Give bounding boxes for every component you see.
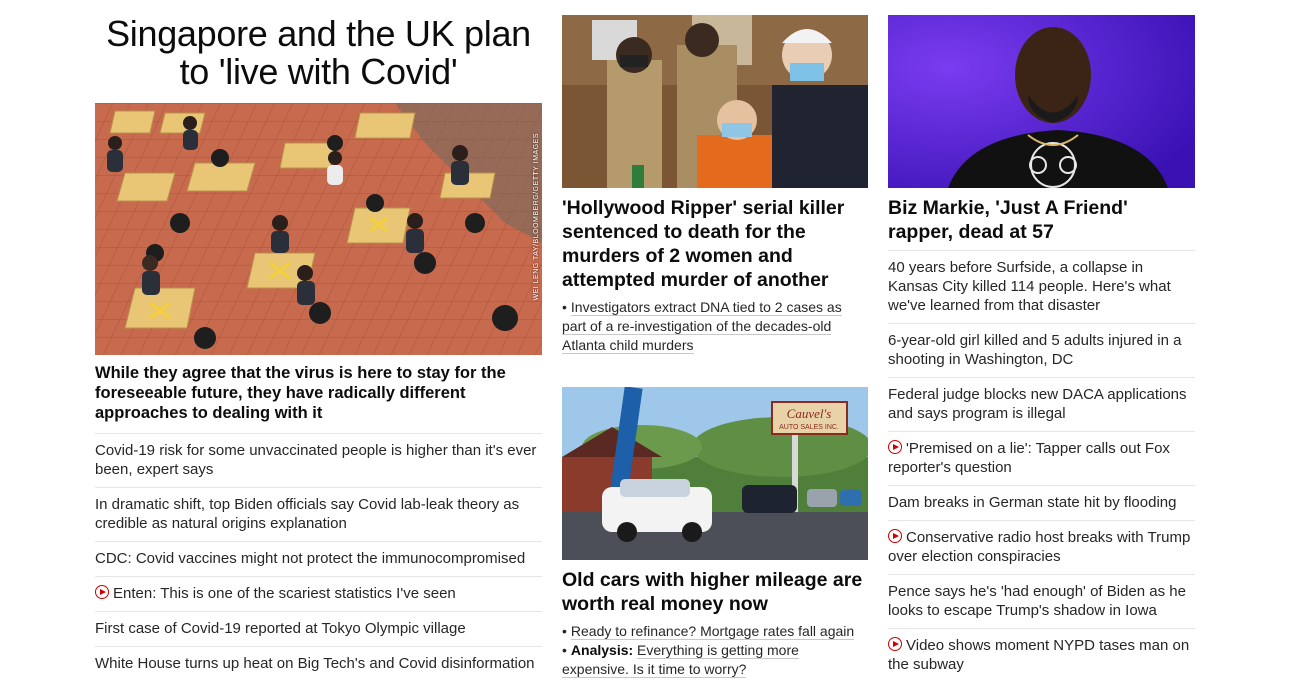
video-play-icon: [888, 637, 902, 651]
lead-headline[interactable]: Singapore and the UK plan to 'live with …: [95, 15, 542, 103]
headline-link[interactable]: 40 years before Surfside, a collapse in …: [888, 259, 1171, 314]
headline-link[interactable]: Federal judge blocks new DACA applicatio…: [888, 386, 1187, 422]
headline-link[interactable]: In dramatic shift, top Biden officials s…: [95, 496, 519, 532]
list-item[interactable]: Dam breaks in German state hit by floodi…: [888, 485, 1195, 520]
right-related-list: 40 years before Surfside, a collapse in …: [888, 250, 1195, 682]
courtroom-image[interactable]: [562, 15, 868, 188]
sign-subtext: AUTO SALES INC.: [779, 424, 839, 431]
headline-link[interactable]: 'Premised on a lie': Tapper calls out Fo…: [888, 440, 1170, 476]
related-story: • Investigators extract DNA tied to 2 cas…: [562, 298, 868, 355]
story-headline[interactable]: Old cars with higher mileage are worth r…: [562, 568, 868, 616]
right-column: Biz Markie, 'Just A Friend' rapper, dead…: [888, 0, 1195, 682]
bullet: •: [562, 623, 567, 639]
list-item[interactable]: 6-year-old girl killed and 5 adults inju…: [888, 323, 1195, 377]
list-item[interactable]: Enten: This is one of the scariest stati…: [95, 576, 542, 611]
headline-link[interactable]: Dam breaks in German state hit by floodi…: [888, 494, 1176, 511]
car-lot-image[interactable]: Cauvel's AUTO SALES INC.: [562, 387, 868, 560]
lead-related-list: Covid-19 risk for some unvaccinated peop…: [95, 433, 542, 681]
story-headline[interactable]: 'Hollywood Ripper' serial killer sentenc…: [562, 196, 868, 292]
story-headline[interactable]: Biz Markie, 'Just A Friend' rapper, dead…: [888, 196, 1195, 244]
headline-link[interactable]: Video shows moment NYPD tases man on the…: [888, 637, 1189, 673]
list-item[interactable]: First case of Covid-19 reported at Tokyo…: [95, 611, 542, 646]
headline-link[interactable]: Enten: This is one of the scariest stati…: [113, 585, 456, 602]
list-item[interactable]: 'Premised on a lie': Tapper calls out Fo…: [888, 431, 1195, 485]
list-item[interactable]: Pence says he's 'had enough' of Biden as…: [888, 574, 1195, 628]
list-item[interactable]: White House turns up heat on Big Tech's …: [95, 646, 542, 681]
headline-link[interactable]: First case of Covid-19 reported at Tokyo…: [95, 620, 466, 637]
related-link[interactable]: Investigators extract DNA tied to 2 case…: [562, 299, 842, 354]
related-story: • Analysis: Everything is getting more ex…: [562, 641, 868, 679]
headline-link[interactable]: White House turns up heat on Big Tech's …: [95, 655, 535, 672]
analysis-label: Analysis:: [570, 642, 634, 658]
related-link[interactable]: Ready to refinance? Mortgage rates fall …: [570, 623, 855, 640]
related-story: • Ready to refinance? Mortgage rates fall…: [562, 622, 868, 641]
photo-credit: WEI LENG TAY/BLOOMBERG/GETTY IMAGES: [533, 133, 540, 301]
bullet: •: [562, 642, 567, 658]
video-play-icon: [888, 529, 902, 543]
headline-link[interactable]: Pence says he's 'had enough' of Biden as…: [888, 583, 1186, 619]
list-item[interactable]: Federal judge blocks new DACA applicatio…: [888, 377, 1195, 431]
headline-link[interactable]: 6-year-old girl killed and 5 adults inju…: [888, 332, 1182, 368]
list-item[interactable]: Conservative radio host breaks with Trum…: [888, 520, 1195, 574]
lead-summary[interactable]: While they agree that the virus is here …: [95, 363, 542, 423]
list-item[interactable]: In dramatic shift, top Biden officials s…: [95, 487, 542, 541]
video-play-icon: [888, 440, 902, 454]
headline-link[interactable]: Covid-19 risk for some unvaccinated peop…: [95, 442, 536, 478]
list-item[interactable]: Video shows moment NYPD tases man on the…: [888, 628, 1195, 682]
lead-column: Singapore and the UK plan to 'live with …: [95, 0, 542, 681]
list-item[interactable]: Covid-19 risk for some unvaccinated peop…: [95, 433, 542, 487]
hero-image-cafe-social-distancing[interactable]: WEI LENG TAY/BLOOMBERG/GETTY IMAGES: [95, 103, 542, 355]
biz-markie-image[interactable]: [888, 15, 1195, 188]
bullet: •: [562, 299, 567, 315]
video-play-icon: [95, 585, 109, 599]
sign-text: Cauvel's: [787, 406, 832, 421]
headline-link[interactable]: CDC: Covid vaccines might not protect th…: [95, 550, 525, 567]
list-item[interactable]: 40 years before Surfside, a collapse in …: [888, 250, 1195, 323]
middle-column: 'Hollywood Ripper' serial killer sentenc…: [562, 0, 868, 679]
headline-link[interactable]: Conservative radio host breaks with Trum…: [888, 529, 1190, 565]
list-item[interactable]: CDC: Covid vaccines might not protect th…: [95, 541, 542, 576]
